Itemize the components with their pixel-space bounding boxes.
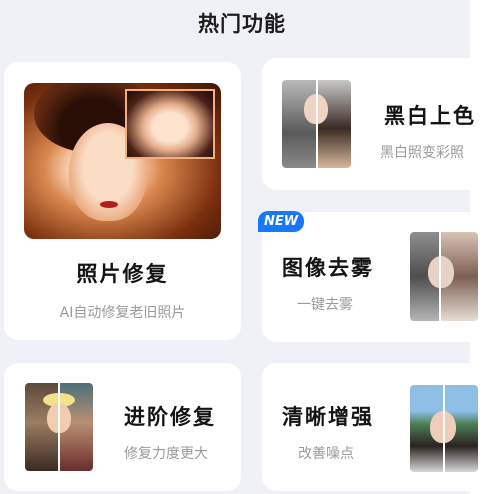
colorize-subtitle: 黑白照变彩照	[380, 145, 464, 161]
page: 热门功能 照片修复 AI自动修复老旧照片 黑白上色 黑白照变彩照 图像去雾 一键…	[0, 0, 484, 494]
photo-repair-title: 照片修复	[76, 262, 169, 286]
advanced-repair-subtitle: 修复力度更大	[124, 446, 208, 462]
section-title: 热门功能	[198, 12, 286, 36]
before-after-inset	[125, 89, 215, 159]
dehaze-title: 图像去雾	[282, 256, 374, 280]
advanced-repair-title: 进阶修复	[124, 405, 216, 429]
sharpen-subtitle: 改善噪点	[298, 446, 354, 462]
new-badge: NEW	[258, 211, 304, 232]
photo-repair-image	[24, 83, 221, 239]
colorize-card[interactable]: 黑白上色 黑白照变彩照	[262, 58, 484, 190]
photo-repair-subtitle: AI自动修复老旧照片	[59, 305, 186, 321]
dehaze-thumbnail	[410, 232, 478, 321]
lips-shape	[100, 201, 118, 208]
sharpen-thumbnail	[410, 385, 478, 472]
dehaze-subtitle: 一键去雾	[297, 297, 353, 313]
colorize-thumbnail	[282, 80, 351, 168]
photo-repair-card[interactable]: 照片修复 AI自动修复老旧照片	[4, 62, 241, 340]
advanced-repair-card[interactable]: 进阶修复 修复力度更大	[4, 363, 241, 491]
advanced-repair-thumbnail	[25, 383, 93, 471]
sharpen-title: 清晰增强	[282, 405, 374, 429]
sharpen-card[interactable]: 清晰增强 改善噪点	[262, 363, 484, 491]
colorize-title: 黑白上色	[384, 104, 476, 128]
